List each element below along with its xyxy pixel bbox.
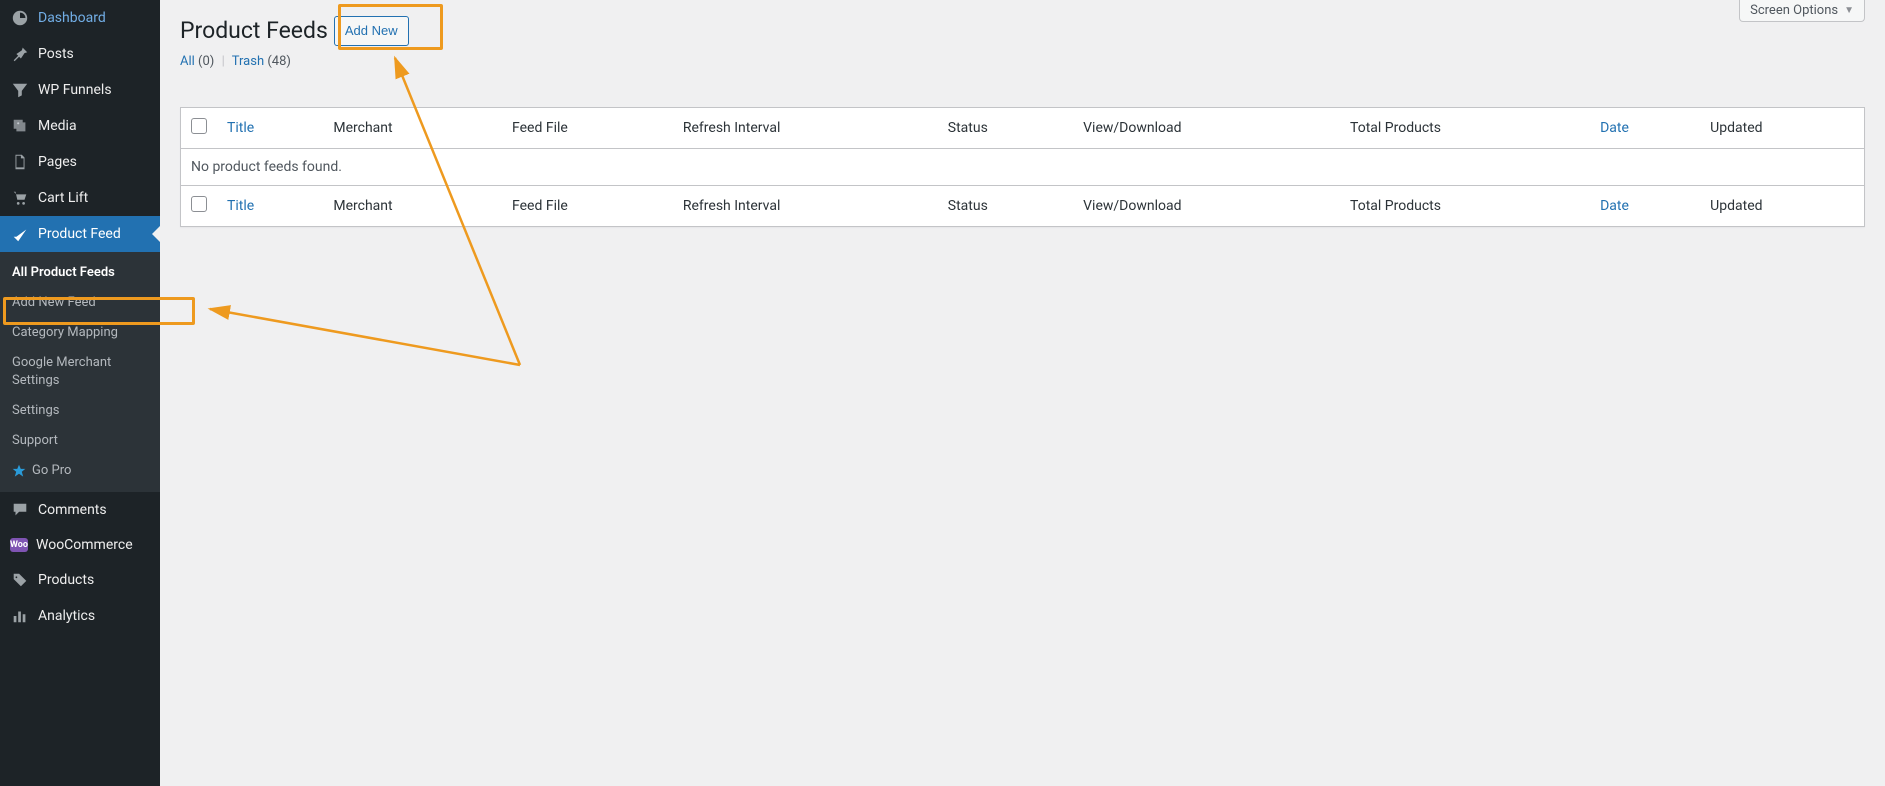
page-title: Product Feeds bbox=[180, 16, 328, 46]
dashboard-icon bbox=[10, 8, 30, 28]
pages-icon bbox=[10, 152, 30, 172]
caret-down-icon: ▼ bbox=[1844, 5, 1854, 16]
sidebar-item-label: Posts bbox=[38, 45, 74, 63]
col-status-footer: Status bbox=[938, 185, 1073, 226]
woo-icon: Woo bbox=[10, 538, 28, 552]
sidebar-item-posts[interactable]: Posts bbox=[0, 36, 160, 72]
col-date[interactable]: Date bbox=[1590, 107, 1700, 148]
filter-trash[interactable]: Trash bbox=[232, 54, 264, 69]
sidebar-item-label: Pages bbox=[38, 153, 77, 171]
sidebar-item-label: Product Feed bbox=[38, 225, 121, 243]
filter-all[interactable]: All bbox=[180, 54, 195, 69]
col-updated-footer: Updated bbox=[1700, 185, 1864, 226]
col-title-footer[interactable]: Title bbox=[217, 185, 323, 226]
sidebar-submenu-product-feed: All Product Feeds Add New Feed Category … bbox=[0, 252, 160, 492]
table-empty-row: No product feeds found. bbox=[181, 148, 1865, 185]
sidebar-item-woocommerce[interactable]: Woo WooCommerce bbox=[0, 528, 160, 562]
col-merchant-footer: Merchant bbox=[323, 185, 502, 226]
sidebar-item-product-feed[interactable]: Product Feed bbox=[0, 216, 160, 252]
sidebar-item-comments[interactable]: Comments bbox=[0, 492, 160, 528]
sidebar-item-cart-lift[interactable]: Cart Lift bbox=[0, 180, 160, 216]
cart-icon bbox=[10, 188, 30, 208]
submenu-google-merchant-settings[interactable]: Google Merchant Settings bbox=[0, 348, 160, 396]
sidebar-item-media[interactable]: Media bbox=[0, 108, 160, 144]
comments-icon bbox=[10, 500, 30, 520]
sidebar-item-label: Comments bbox=[38, 501, 107, 519]
col-date-footer[interactable]: Date bbox=[1590, 185, 1700, 226]
submenu-category-mapping[interactable]: Category Mapping bbox=[0, 318, 160, 348]
col-total-products-footer: Total Products bbox=[1340, 185, 1590, 226]
products-icon bbox=[10, 570, 30, 590]
funnel-icon bbox=[10, 80, 30, 100]
select-all-footer bbox=[181, 185, 218, 226]
submenu-settings[interactable]: Settings bbox=[0, 396, 160, 426]
col-merchant: Merchant bbox=[323, 107, 502, 148]
col-refresh-interval-footer: Refresh Interval bbox=[673, 185, 938, 226]
col-title[interactable]: Title bbox=[217, 107, 323, 148]
list-filters: All (0) | Trash (48) bbox=[180, 54, 1865, 69]
main-content: Screen Options ▼ Product Feeds Add New A… bbox=[160, 0, 1885, 786]
submenu-support[interactable]: Support bbox=[0, 426, 160, 456]
sidebar-item-label: Analytics bbox=[38, 607, 95, 625]
sidebar-item-analytics[interactable]: Analytics bbox=[0, 598, 160, 634]
sidebar-item-label: WP Funnels bbox=[38, 81, 112, 99]
col-feed-file-footer: Feed File bbox=[502, 185, 673, 226]
col-view-download: View/Download bbox=[1073, 107, 1340, 148]
col-feed-file: Feed File bbox=[502, 107, 673, 148]
sidebar-item-pages[interactable]: Pages bbox=[0, 144, 160, 180]
feed-icon bbox=[10, 224, 30, 244]
col-updated: Updated bbox=[1700, 107, 1864, 148]
admin-sidebar: Dashboard Posts WP Funnels Media Pages C… bbox=[0, 0, 160, 786]
analytics-icon bbox=[10, 606, 30, 626]
screen-options-button[interactable]: Screen Options ▼ bbox=[1739, 0, 1865, 22]
sidebar-item-label: Cart Lift bbox=[38, 189, 88, 207]
submenu-add-new-feed[interactable]: Add New Feed bbox=[0, 288, 160, 318]
table-footer-row: Title Merchant Feed File Refresh Interva… bbox=[181, 185, 1865, 226]
sidebar-item-products[interactable]: Products bbox=[0, 562, 160, 598]
submenu-label: Go Pro bbox=[32, 462, 71, 480]
select-all-checkbox-top[interactable] bbox=[191, 118, 207, 134]
select-all-header bbox=[181, 107, 218, 148]
col-refresh-interval: Refresh Interval bbox=[673, 107, 938, 148]
sidebar-item-dashboard[interactable]: Dashboard bbox=[0, 0, 160, 36]
star-icon bbox=[12, 464, 26, 478]
sidebar-item-label: WooCommerce bbox=[36, 536, 133, 554]
filter-trash-count: (48) bbox=[267, 54, 291, 69]
table-header-row: Title Merchant Feed File Refresh Interva… bbox=[181, 107, 1865, 148]
screen-options-label: Screen Options bbox=[1750, 3, 1838, 18]
feeds-table: Title Merchant Feed File Refresh Interva… bbox=[180, 107, 1865, 227]
submenu-all-product-feeds[interactable]: All Product Feeds bbox=[0, 258, 160, 288]
select-all-checkbox-bottom[interactable] bbox=[191, 196, 207, 212]
sidebar-item-label: Dashboard bbox=[38, 9, 106, 27]
sidebar-item-wp-funnels[interactable]: WP Funnels bbox=[0, 72, 160, 108]
media-icon bbox=[10, 116, 30, 136]
col-view-download-footer: View/Download bbox=[1073, 185, 1340, 226]
pin-icon bbox=[10, 44, 30, 64]
sidebar-item-label: Products bbox=[38, 571, 94, 589]
filter-all-count: (0) bbox=[198, 54, 214, 69]
col-total-products: Total Products bbox=[1340, 107, 1590, 148]
page-heading: Product Feeds Add New bbox=[180, 16, 1865, 46]
add-new-button[interactable]: Add New bbox=[334, 16, 409, 46]
filter-separator: | bbox=[222, 54, 225, 69]
col-status: Status bbox=[938, 107, 1073, 148]
table-empty-message: No product feeds found. bbox=[181, 148, 1865, 185]
sidebar-item-label: Media bbox=[38, 117, 77, 135]
submenu-go-pro[interactable]: Go Pro bbox=[0, 456, 160, 486]
